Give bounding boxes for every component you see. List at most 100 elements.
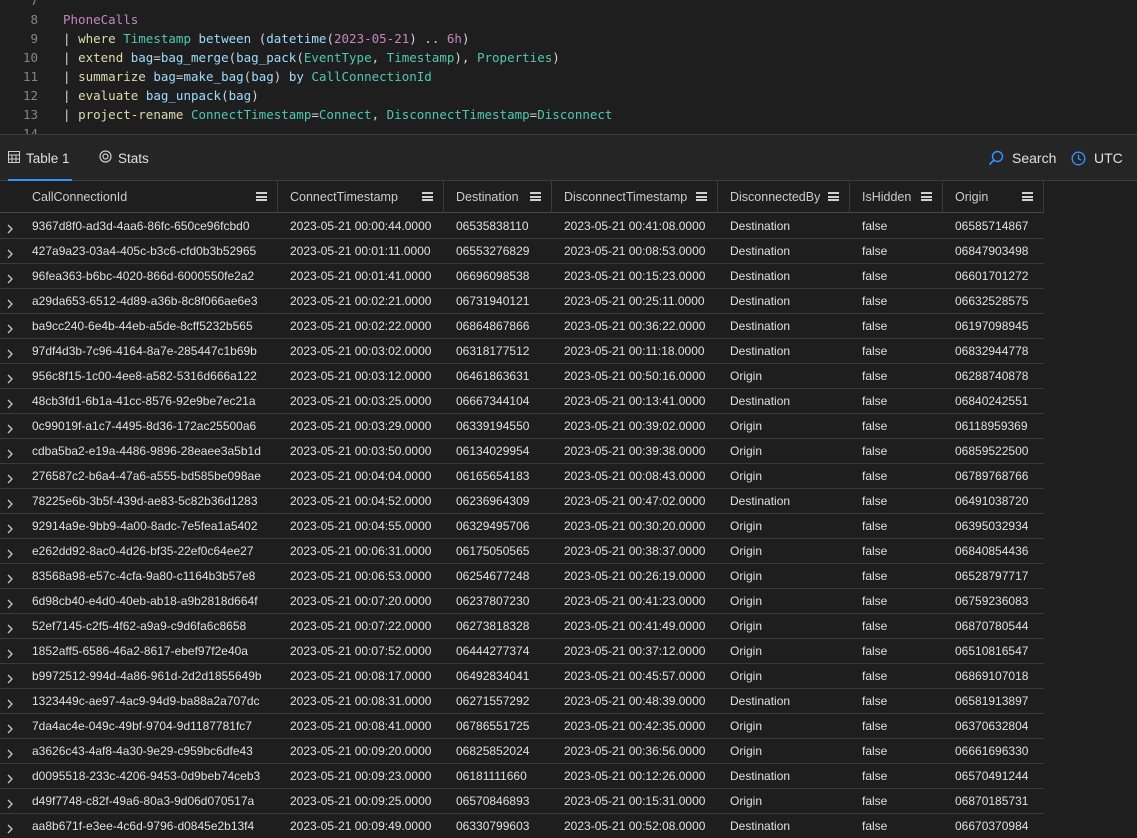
chevron-right-icon[interactable] xyxy=(6,521,14,534)
table-row[interactable]: 6d98cb40-e4d0-40eb-ab18-a9b2818d664f 2023… xyxy=(0,589,1044,614)
timezone-button[interactable]: UTC xyxy=(1071,135,1123,181)
cell-ishidden[interactable]: false xyxy=(850,714,943,739)
cell-ishidden[interactable]: false xyxy=(850,614,943,639)
chevron-right-icon[interactable] xyxy=(6,796,14,809)
chevron-right-icon[interactable] xyxy=(6,371,14,384)
cell-callconnectionid[interactable]: 276587c2-b6a4-47a6-a555-bd585be098ae xyxy=(20,464,278,489)
cell-disconnectedby[interactable]: Destination xyxy=(718,389,850,414)
cell-origin[interactable]: 06847903498 xyxy=(943,239,1044,264)
cell-connecttimestamp[interactable]: 2023-05-21 00:09:25.0000 xyxy=(278,789,444,814)
code-line[interactable]: 14 xyxy=(0,124,1137,134)
cell-disconnectedby[interactable]: Destination xyxy=(718,214,850,239)
cell-callconnectionid[interactable]: d0095518-233c-4206-9453-0d9beb74ceb3 xyxy=(20,764,278,789)
cell-disconnecttimestamp[interactable]: 2023-05-21 00:08:43.0000 xyxy=(552,464,718,489)
cell-disconnectedby[interactable]: Destination xyxy=(718,339,850,364)
cell-origin[interactable]: 06661696330 xyxy=(943,739,1044,764)
cell-ishidden[interactable]: false xyxy=(850,764,943,789)
cell-ishidden[interactable]: false xyxy=(850,789,943,814)
table-row[interactable]: 83568a98-e57c-4cfa-9a80-c1164b3b57e8 2023… xyxy=(0,564,1044,589)
column-menu-icon[interactable] xyxy=(422,192,433,201)
code-line[interactable]: 9 | where Timestamp between (datetime(202… xyxy=(0,29,1137,48)
cell-connecttimestamp[interactable]: 2023-05-21 00:04:55.0000 xyxy=(278,514,444,539)
cell-origin[interactable]: 06581913897 xyxy=(943,689,1044,714)
cell-disconnecttimestamp[interactable]: 2023-05-21 00:42:35.0000 xyxy=(552,714,718,739)
cell-destination[interactable]: 06535838110 xyxy=(444,214,552,239)
cell-destination[interactable]: 06330799603 xyxy=(444,814,552,838)
cell-destination[interactable]: 06786551725 xyxy=(444,714,552,739)
cell-disconnectedby[interactable]: Destination xyxy=(718,764,850,789)
cell-origin[interactable]: 06632528575 xyxy=(943,289,1044,314)
cell-connecttimestamp[interactable]: 2023-05-21 00:09:23.0000 xyxy=(278,764,444,789)
header-ishidden[interactable]: IsHidden xyxy=(850,181,943,213)
cell-destination[interactable]: 06825852024 xyxy=(444,739,552,764)
chevron-right-icon[interactable] xyxy=(6,571,14,584)
cell-disconnectedby[interactable]: Origin xyxy=(718,464,850,489)
cell-destination[interactable]: 06329495706 xyxy=(444,514,552,539)
cell-destination[interactable]: 06339194550 xyxy=(444,414,552,439)
chevron-right-icon[interactable] xyxy=(6,296,14,309)
cell-disconnectedby[interactable]: Destination xyxy=(718,814,850,838)
cell-disconnecttimestamp[interactable]: 2023-05-21 00:30:20.0000 xyxy=(552,514,718,539)
cell-destination[interactable]: 06273818328 xyxy=(444,614,552,639)
cell-origin[interactable]: 06832944778 xyxy=(943,339,1044,364)
cell-connecttimestamp[interactable]: 2023-05-21 00:08:41.0000 xyxy=(278,714,444,739)
chevron-right-icon[interactable] xyxy=(6,721,14,734)
table-row[interactable]: d0095518-233c-4206-9453-0d9beb74ceb3 2023… xyxy=(0,764,1044,789)
cell-ishidden[interactable]: false xyxy=(850,464,943,489)
cell-origin[interactable]: 06585714867 xyxy=(943,214,1044,239)
cell-callconnectionid[interactable]: 1852aff5-6586-46a2-8617-ebef97f2e40a xyxy=(20,639,278,664)
cell-destination[interactable]: 06570846893 xyxy=(444,789,552,814)
cell-connecttimestamp[interactable]: 2023-05-21 00:03:25.0000 xyxy=(278,389,444,414)
cell-ishidden[interactable]: false xyxy=(850,514,943,539)
cell-disconnectedby[interactable]: Origin xyxy=(718,514,850,539)
cell-connecttimestamp[interactable]: 2023-05-21 00:04:52.0000 xyxy=(278,489,444,514)
cell-callconnectionid[interactable]: 52ef7145-c2f5-4f62-a9a9-c9d6fa6c8658 xyxy=(20,614,278,639)
cell-disconnecttimestamp[interactable]: 2023-05-21 00:36:22.0000 xyxy=(552,314,718,339)
cell-callconnectionid[interactable]: a3626c43-4af8-4a30-9e29-c959bc6dfe43 xyxy=(20,739,278,764)
cell-callconnectionid[interactable]: 96fea363-b6bc-4020-866d-6000550fe2a2 xyxy=(20,264,278,289)
code-line[interactable]: 8 PhoneCalls xyxy=(0,10,1137,29)
chevron-right-icon[interactable] xyxy=(6,621,14,634)
cell-destination[interactable]: 06731940121 xyxy=(444,289,552,314)
cell-destination[interactable]: 06134029954 xyxy=(444,439,552,464)
cell-connecttimestamp[interactable]: 2023-05-21 00:08:31.0000 xyxy=(278,689,444,714)
table-row[interactable]: 427a9a23-03a4-405c-b3c6-cfd0b3b52965 2023… xyxy=(0,239,1044,264)
cell-ishidden[interactable]: false xyxy=(850,264,943,289)
cell-destination[interactable]: 06237807230 xyxy=(444,589,552,614)
cell-connecttimestamp[interactable]: 2023-05-21 00:03:29.0000 xyxy=(278,414,444,439)
cell-callconnectionid[interactable]: a29da653-6512-4d89-a36b-8c8f066ae6e3 xyxy=(20,289,278,314)
chevron-right-icon[interactable] xyxy=(6,421,14,434)
cell-origin[interactable]: 06759236083 xyxy=(943,589,1044,614)
cell-connecttimestamp[interactable]: 2023-05-21 00:01:11.0000 xyxy=(278,239,444,264)
cell-origin[interactable]: 06869107018 xyxy=(943,664,1044,689)
column-menu-icon[interactable] xyxy=(921,192,932,201)
cell-ishidden[interactable]: false xyxy=(850,414,943,439)
table-row[interactable]: 97df4d3b-7c96-4164-8a7e-285447c1b69b 2023… xyxy=(0,339,1044,364)
table-row[interactable]: a3626c43-4af8-4a30-9e29-c959bc6dfe43 2023… xyxy=(0,739,1044,764)
cell-callconnectionid[interactable]: 0c99019f-a1c7-4495-8d36-172ac25500a6 xyxy=(20,414,278,439)
table-row[interactable]: b9972512-994d-4a86-961d-2d2d1855649b 2023… xyxy=(0,664,1044,689)
cell-connecttimestamp[interactable]: 2023-05-21 00:02:21.0000 xyxy=(278,289,444,314)
cell-disconnecttimestamp[interactable]: 2023-05-21 00:41:23.0000 xyxy=(552,589,718,614)
cell-origin[interactable]: 06570491244 xyxy=(943,764,1044,789)
cell-destination[interactable]: 06444277374 xyxy=(444,639,552,664)
cell-origin[interactable]: 06840242551 xyxy=(943,389,1044,414)
cell-callconnectionid[interactable]: e262dd92-8ac0-4d26-bf35-22ef0c64ee27 xyxy=(20,539,278,564)
cell-disconnectedby[interactable]: Destination xyxy=(718,314,850,339)
cell-disconnectedby[interactable]: Origin xyxy=(718,739,850,764)
chevron-right-icon[interactable] xyxy=(6,346,14,359)
cell-disconnecttimestamp[interactable]: 2023-05-21 00:41:49.0000 xyxy=(552,614,718,639)
tab-stats[interactable]: Stats xyxy=(99,135,149,181)
cell-callconnectionid[interactable]: 83568a98-e57c-4cfa-9a80-c1164b3b57e8 xyxy=(20,564,278,589)
cell-ishidden[interactable]: false xyxy=(850,339,943,364)
cell-connecttimestamp[interactable]: 2023-05-21 00:06:53.0000 xyxy=(278,564,444,589)
cell-callconnectionid[interactable]: 97df4d3b-7c96-4164-8a7e-285447c1b69b xyxy=(20,339,278,364)
cell-callconnectionid[interactable]: 92914a9e-9bb9-4a00-8adc-7e5fea1a5402 xyxy=(20,514,278,539)
cell-origin[interactable]: 06288740878 xyxy=(943,364,1044,389)
cell-disconnecttimestamp[interactable]: 2023-05-21 00:50:16.0000 xyxy=(552,364,718,389)
chevron-right-icon[interactable] xyxy=(6,221,14,234)
cell-ishidden[interactable]: false xyxy=(850,739,943,764)
cell-destination[interactable]: 06461863631 xyxy=(444,364,552,389)
chevron-right-icon[interactable] xyxy=(6,746,14,759)
chevron-right-icon[interactable] xyxy=(6,771,14,784)
